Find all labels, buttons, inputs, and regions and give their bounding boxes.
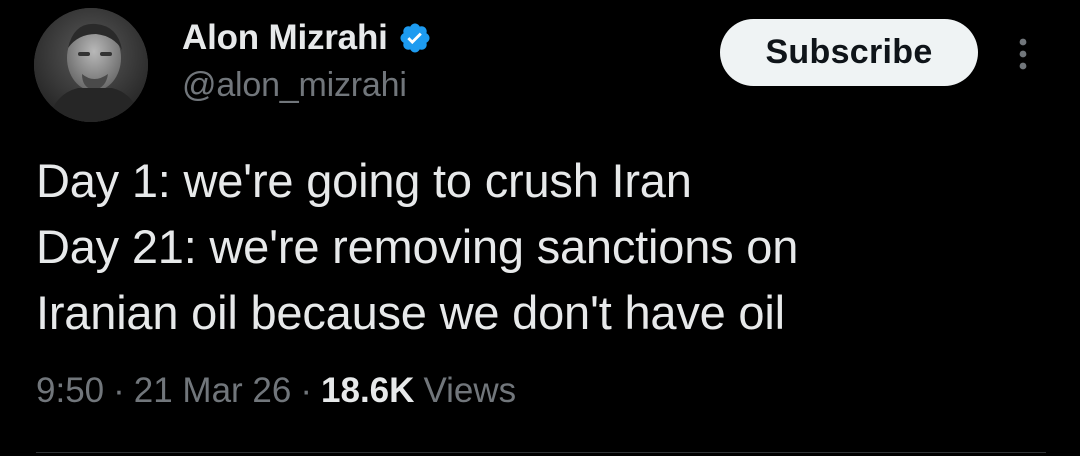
views-label: Views	[423, 371, 517, 410]
tweet-meta: 9:50 · 21 Mar 26 · 18.6K Views	[36, 366, 516, 416]
meta-separator: ·	[300, 371, 313, 410]
avatar-photo-icon	[34, 8, 148, 122]
tweet-card: Alon Mizrahi @alon_mizrahi Subscribe Day…	[0, 0, 1080, 456]
verified-badge-icon[interactable]	[398, 21, 432, 55]
meta-separator: ·	[113, 371, 125, 410]
tweet-date[interactable]: 21 Mar 26	[134, 371, 292, 411]
author-name-row: Alon Mizrahi	[182, 14, 432, 62]
views-count[interactable]: 18.6K	[321, 371, 414, 411]
tweet-line: Day 1: we're going to crush Iran	[36, 154, 692, 207]
subscribe-button[interactable]: Subscribe	[720, 19, 978, 86]
tweet-time[interactable]: 9:50	[36, 371, 104, 411]
author-handle[interactable]: @alon_mizrahi	[182, 66, 407, 105]
author-display-name[interactable]: Alon Mizrahi	[182, 18, 388, 58]
tweet-line: Iranian oil because we don't have oil	[36, 286, 785, 339]
tweet-text: Day 1: we're going to crush Iran Day 21:…	[36, 148, 1046, 346]
tweet-line: Day 21: we're removing sanctions on	[36, 220, 799, 273]
divider	[36, 452, 1046, 453]
avatar[interactable]	[34, 8, 148, 122]
more-vertical-icon[interactable]	[1009, 34, 1037, 74]
